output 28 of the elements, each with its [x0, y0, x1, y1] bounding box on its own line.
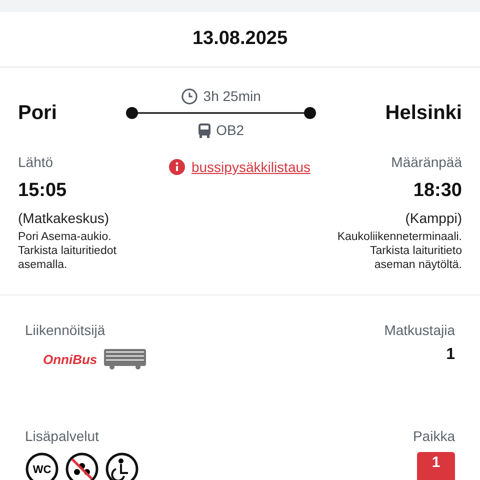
origin-city: Pori	[18, 102, 57, 124]
info-icon	[169, 159, 186, 175]
clock-icon	[181, 88, 198, 104]
wheelchair-icon	[105, 452, 139, 480]
services-label: Lisäpalvelut	[25, 428, 99, 444]
departure-label: Lähtö	[18, 154, 54, 170]
arrival-station: (Kamppi)	[405, 210, 462, 226]
duration: 3h 25min	[203, 88, 261, 104]
arrival-label: Määränpää	[391, 154, 462, 170]
stop-list-link[interactable]: bussipysäkkilistaus	[169, 159, 311, 175]
double-decker-bus-icon	[103, 348, 148, 370]
seat-number: 1	[417, 452, 455, 480]
departure-station: (Matkakeskus)	[18, 210, 110, 226]
travel-date: 13.08.2025	[192, 28, 288, 50]
departure-note: Pori Asema-aukio. Tarkista laituritiedot asemalla.	[18, 230, 118, 272]
arrival-time: 18:30	[413, 180, 462, 202]
wc-icon: WC	[25, 452, 59, 480]
operator-logo: OnniBus	[43, 352, 98, 366]
seat-label: Paikka	[412, 428, 455, 444]
passenger-count: 1	[446, 346, 455, 364]
departure-time: 15:05	[18, 180, 67, 202]
no-pets-icon	[65, 452, 99, 480]
line-number: OB2	[216, 122, 244, 138]
operator-label: Liikennöitsijä	[25, 322, 106, 338]
arrival-note: Kaukoliikenneterminaali. Tarkista laituritieto aseman näytöltä.	[336, 230, 462, 272]
passengers-label: Matkustajia	[384, 322, 455, 338]
destination-city: Helsinki	[385, 102, 462, 124]
bus-icon	[198, 122, 212, 138]
